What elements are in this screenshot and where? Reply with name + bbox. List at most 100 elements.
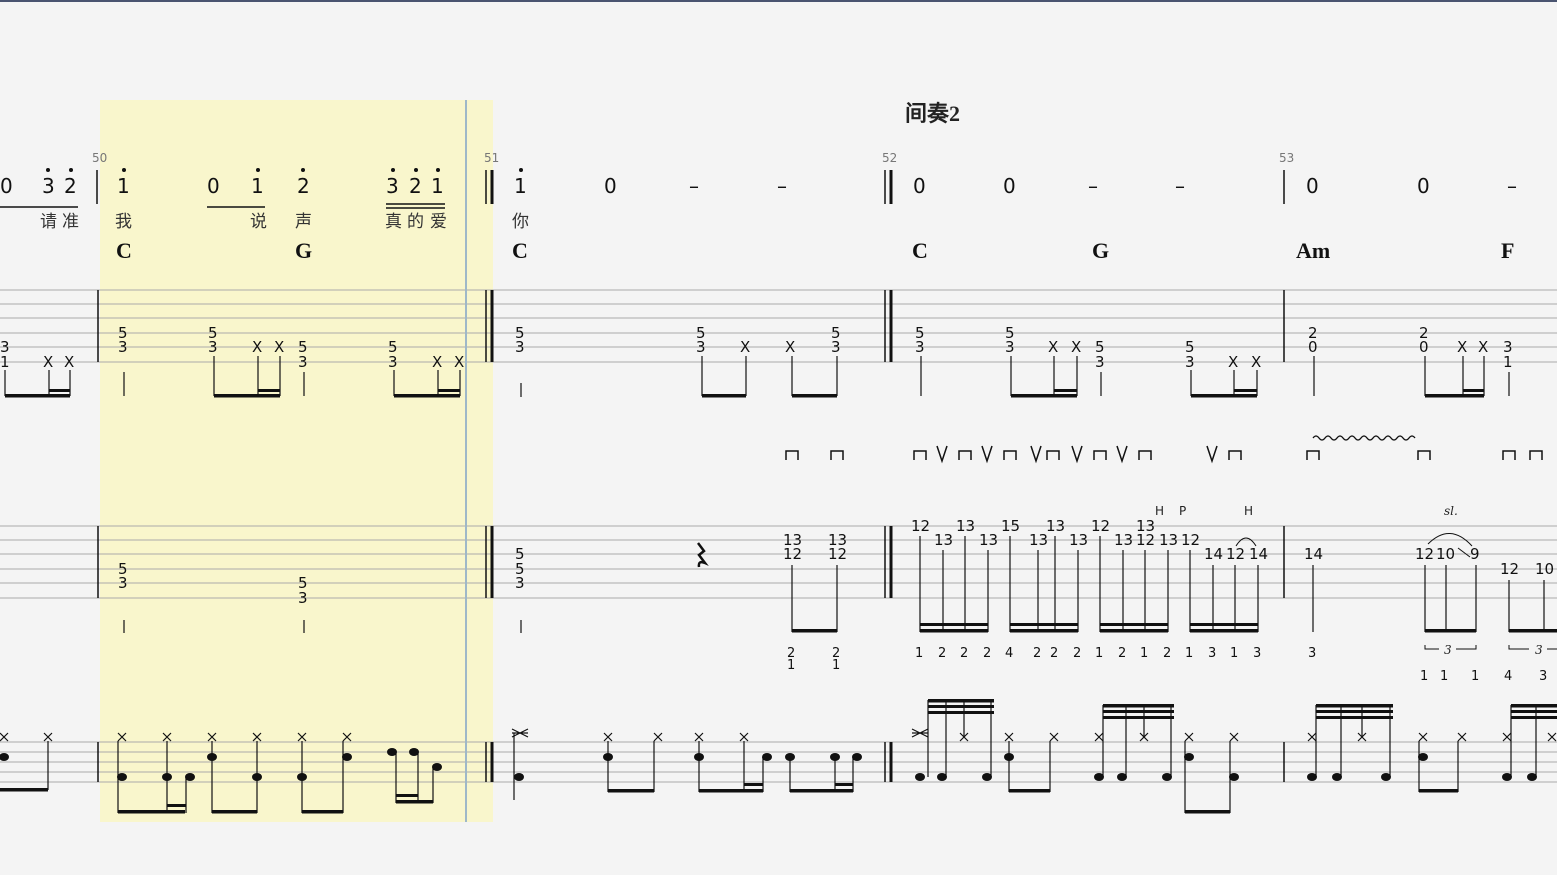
lead-beams [792, 623, 1557, 633]
tab-fret[interactable]: 0 [1419, 338, 1429, 356]
chord-symbol[interactable]: F [1501, 238, 1514, 263]
tab-fret[interactable]: 13 [1114, 531, 1133, 549]
jianpu-note: 0 [1417, 174, 1430, 198]
tab-fret[interactable]: 3 [1095, 353, 1105, 371]
tab-fret[interactable]: 14 [1304, 545, 1323, 563]
tab-fret[interactable]: X [1228, 353, 1238, 371]
jianpu-note: 1 [117, 174, 130, 198]
jianpu-note: – [777, 174, 787, 198]
tab-fret[interactable]: 3 [515, 338, 525, 356]
jianpu-note: 3 [386, 174, 399, 198]
score-sheet[interactable]: 间奏2 50 51 52 53 0 3 2 1 0 1 2 3 2 1 1 0 … [0, 0, 1557, 875]
slide-line [1457, 547, 1471, 558]
tab-fret[interactable]: 12 [911, 517, 930, 535]
jianpu-note: 0 [604, 174, 617, 198]
tab-fret[interactable]: 13 [1046, 517, 1065, 535]
tab-fret[interactable]: X [64, 353, 74, 371]
measure-number: 52 [882, 151, 897, 165]
pick-strokes [785, 445, 1543, 464]
tab-fret[interactable]: 13 [956, 517, 975, 535]
tab-fret[interactable]: 3 [208, 338, 218, 356]
finger-number: 3 [1539, 669, 1547, 684]
playback-cursor[interactable] [465, 100, 467, 822]
tab-fret[interactable]: 10 [1535, 560, 1554, 578]
tab-fret[interactable]: 3 [118, 574, 128, 592]
tab-fret[interactable]: 12 [1091, 517, 1110, 535]
tab-fret[interactable]: 3 [118, 338, 128, 356]
jianpu-note: 1 [514, 174, 527, 198]
tab-fret[interactable]: 12 [783, 545, 802, 563]
tab-fret[interactable]: 13 [934, 531, 953, 549]
tab-fret[interactable]: 3 [915, 338, 925, 356]
tab-fret[interactable]: 1 [0, 353, 10, 371]
measure-number: 50 [92, 151, 107, 165]
finger-number: 1 [832, 658, 840, 673]
lyric-char: 爱 [430, 212, 447, 232]
tab-fret[interactable]: 13 [1159, 531, 1178, 549]
finger-number: 2 [1033, 646, 1041, 661]
tab-fret[interactable]: X [1251, 353, 1261, 371]
tab-fret[interactable]: 12 [1500, 560, 1519, 578]
quarter-rest [697, 542, 709, 568]
chord-symbol[interactable]: Am [1296, 238, 1330, 263]
tab-fret[interactable]: X [740, 338, 750, 356]
tab-fret[interactable]: 13 [979, 531, 998, 549]
tab-fret[interactable]: 12 [1415, 545, 1434, 563]
finger-number: 1 [915, 646, 923, 661]
lyric-char: 请 [40, 212, 57, 232]
tab-fret[interactable]: 3 [388, 353, 398, 371]
tab-fret[interactable]: 14 [1204, 545, 1223, 563]
finger-number: 3 [1253, 646, 1261, 661]
tab-fret[interactable]: X [432, 353, 442, 371]
finger-number: 4 [1504, 669, 1512, 684]
tab-fret[interactable]: 3 [1185, 353, 1195, 371]
chord-symbol[interactable]: C [116, 238, 132, 263]
tab-fret[interactable]: 15 [1001, 517, 1020, 535]
tab-fret[interactable]: 3 [696, 338, 706, 356]
tab-fret[interactable]: 3 [515, 574, 525, 592]
tab-fret[interactable]: 12 [1181, 531, 1200, 549]
tab-fret[interactable]: X [252, 338, 262, 356]
tab-fret[interactable]: X [274, 338, 284, 356]
finger-number: 2 [1050, 646, 1058, 661]
finger-number: 1 [1185, 646, 1193, 661]
finger-number: 2 [960, 646, 968, 661]
tab-fret[interactable]: 12 [1136, 531, 1155, 549]
technique-label: P [1179, 504, 1186, 518]
finger-number: 2 [983, 646, 991, 661]
tab-fret[interactable]: 13 [1029, 531, 1048, 549]
tab-fret[interactable]: 3 [298, 589, 308, 607]
tab-fret[interactable]: 13 [1069, 531, 1088, 549]
tab-fret[interactable]: X [43, 353, 53, 371]
tab-fret[interactable]: X [1457, 338, 1467, 356]
tab-fret[interactable]: 14 [1249, 545, 1268, 563]
tab-fret[interactable]: X [1048, 338, 1058, 356]
jianpu-note: – [1175, 174, 1185, 198]
tab-fret[interactable]: 3 [298, 353, 308, 371]
tab-fret[interactable]: 12 [1226, 545, 1245, 563]
technique-label: H [1244, 504, 1253, 518]
chord-symbol[interactable]: C [912, 238, 928, 263]
tab-fret[interactable]: 3 [1005, 338, 1015, 356]
tab-fret[interactable]: X [454, 353, 464, 371]
tab-fret[interactable]: X [785, 338, 795, 356]
tab-fret[interactable]: 12 [828, 545, 847, 563]
finger-number: 1 [1230, 646, 1238, 661]
lyric-char: 我 [115, 212, 132, 232]
chord-symbol[interactable]: G [1092, 238, 1109, 263]
jianpu-note: – [689, 174, 699, 198]
finger-number: 3 [1308, 646, 1316, 661]
jianpu-note: – [1088, 174, 1098, 198]
tab-fret[interactable]: X [1071, 338, 1081, 356]
tab-fret[interactable]: 3 [831, 338, 841, 356]
tab-fret[interactable]: X [1478, 338, 1488, 356]
chord-symbol[interactable]: C [512, 238, 528, 263]
tab-fret[interactable]: 9 [1470, 545, 1480, 563]
tab-fret[interactable]: 1 [1503, 353, 1513, 371]
chord-symbol[interactable]: G [295, 238, 312, 263]
jianpu-note: 0 [207, 174, 220, 198]
tab-fret[interactable]: 10 [1436, 545, 1455, 563]
finger-number: 2 [1118, 646, 1126, 661]
tab-fret[interactable]: 0 [1308, 338, 1318, 356]
fingering-row: 2 1 2 1 1 2 2 2 4 2 2 2 1 2 1 2 1 3 1 3 … [787, 646, 1547, 684]
